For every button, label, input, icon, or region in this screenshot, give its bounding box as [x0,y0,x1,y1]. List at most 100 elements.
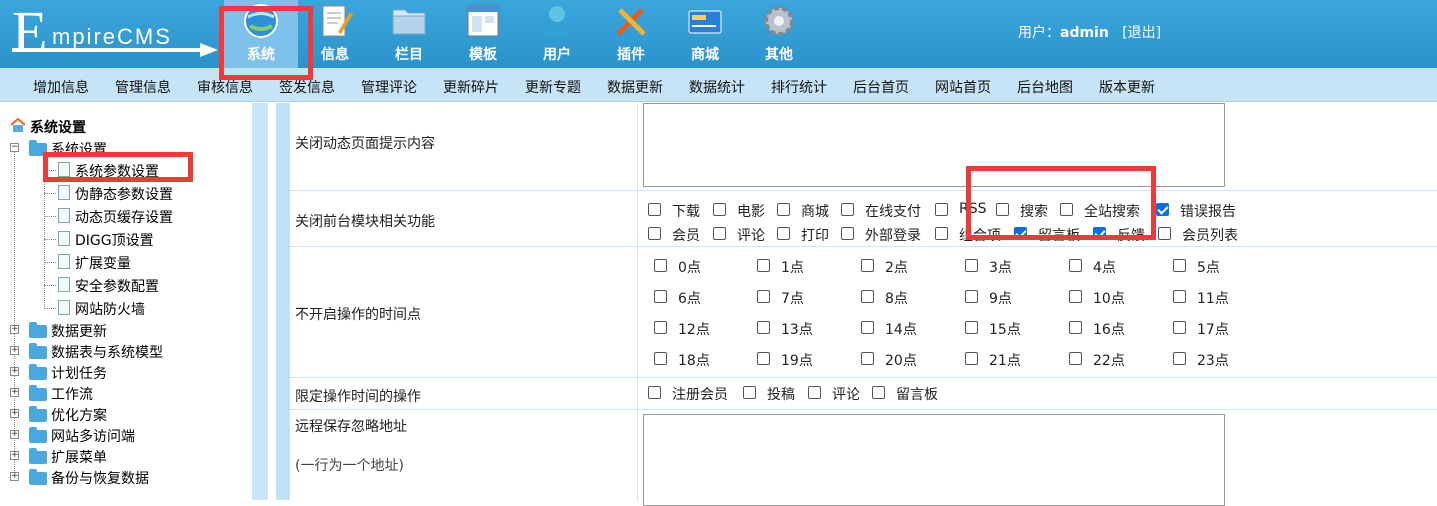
limit-op-checkbox[interactable] [808,386,821,399]
module-checkbox[interactable] [841,203,854,216]
limit-op-label[interactable]: 评论 [832,384,860,404]
tree-folder-optimization[interactable]: 优化方案 [51,405,107,425]
module-checkbox[interactable] [1158,227,1171,240]
hour-checkbox[interactable] [757,259,770,272]
hour-label[interactable]: 0点 [678,257,701,277]
expand-icon[interactable]: + [10,346,19,355]
tree-item-ext-vars[interactable]: 扩展变量 [75,253,131,273]
hour-checkbox[interactable] [1173,321,1186,334]
module-checkbox[interactable] [713,203,726,216]
tree-folder-ext-menu[interactable]: 扩展菜单 [51,447,107,467]
hour-label[interactable]: 16点 [1093,319,1125,339]
limit-op-label[interactable]: 投稿 [767,384,795,404]
hour-checkbox[interactable] [757,352,770,365]
hour-label[interactable]: 4点 [1093,257,1116,277]
limit-op-checkbox[interactable] [872,386,885,399]
hour-label[interactable]: 13点 [781,319,813,339]
module-checkbox[interactable] [648,227,661,240]
subnav-item[interactable]: 版本更新 [1099,77,1155,97]
hour-checkbox[interactable] [1173,290,1186,303]
tree-folder-data-update[interactable]: 数据更新 [51,321,107,341]
module-checkbox[interactable] [648,203,661,216]
tree-root-label[interactable]: 系统设置 [30,117,86,137]
tree-item-rewrite-params[interactable]: 伪静态参数设置 [75,184,173,204]
module-checkbox[interactable] [777,227,790,240]
module-label[interactable]: 外部登录 [865,225,921,245]
hour-label[interactable]: 5点 [1197,257,1220,277]
tree-item-digg[interactable]: DIGG顶设置 [75,230,154,250]
hour-checkbox[interactable] [654,259,667,272]
hour-label[interactable]: 6点 [678,288,701,308]
hour-label[interactable]: 18点 [678,350,710,370]
hour-label[interactable]: 19点 [781,350,813,370]
hour-checkbox[interactable] [965,259,978,272]
hour-label[interactable]: 14点 [885,319,917,339]
hour-checkbox[interactable] [965,352,978,365]
hour-label[interactable]: 10点 [1093,288,1125,308]
module-label[interactable]: 会员列表 [1182,225,1238,245]
hour-checkbox[interactable] [757,321,770,334]
subnav-item[interactable]: 审核信息 [197,77,253,97]
hour-checkbox[interactable] [965,321,978,334]
limit-op-label[interactable]: 留言板 [896,384,938,404]
hour-checkbox[interactable] [654,352,667,365]
tree-folder-scheduled-tasks[interactable]: 计划任务 [51,363,107,383]
subnav-item[interactable]: 更新专题 [525,77,581,97]
module-label[interactable]: 错误报告 [1180,201,1236,221]
hour-checkbox[interactable] [861,321,874,334]
module-checkbox[interactable] [1156,203,1169,216]
hour-label[interactable]: 11点 [1197,288,1229,308]
subnav-item[interactable]: 后台首页 [853,77,909,97]
limit-op-label[interactable]: 注册会员 [672,384,728,404]
tree-item-security[interactable]: 安全参数配置 [75,276,159,296]
subnav-item[interactable]: 管理评论 [361,77,417,97]
hour-label[interactable]: 21点 [989,350,1021,370]
subnav-item[interactable]: 数据统计 [689,77,745,97]
topnav-column[interactable]: 栏目 [372,0,446,68]
hour-label[interactable]: 8点 [885,288,908,308]
hour-checkbox[interactable] [1173,352,1186,365]
module-label[interactable]: 评论 [737,225,765,245]
tree-folder-workflow[interactable]: 工作流 [51,384,93,404]
topnav-shop[interactable]: 商城 [668,0,742,68]
module-checkbox[interactable] [935,227,948,240]
subnav-item[interactable]: 数据更新 [607,77,663,97]
topnav-template[interactable]: 模板 [446,0,520,68]
hour-checkbox[interactable] [757,290,770,303]
subnav-item[interactable]: 增加信息 [33,77,89,97]
hour-checkbox[interactable] [1069,290,1082,303]
expand-icon[interactable]: + [10,409,19,418]
hour-checkbox[interactable] [1069,259,1082,272]
module-label[interactable]: 在线支付 [865,201,921,221]
hour-checkbox[interactable] [1069,321,1082,334]
topnav-plugins[interactable]: 插件 [594,0,668,68]
empirecms-logo[interactable]: E mpireCMS [10,2,220,62]
module-label[interactable]: 下载 [672,201,700,221]
hour-checkbox[interactable] [861,290,874,303]
subnav-item[interactable]: 排行统计 [771,77,827,97]
hour-checkbox[interactable] [1173,259,1186,272]
expand-icon[interactable]: + [10,325,19,334]
hour-label[interactable]: 12点 [678,319,710,339]
limit-op-checkbox[interactable] [648,386,661,399]
expand-icon[interactable]: + [10,388,19,397]
limit-op-checkbox[interactable] [743,386,756,399]
expand-icon[interactable]: + [10,430,19,439]
module-label[interactable]: 电影 [737,201,765,221]
module-label[interactable]: 商城 [801,201,829,221]
hour-label[interactable]: 3点 [989,257,1012,277]
expand-icon[interactable]: + [10,451,19,460]
logout-link[interactable]: [退出] [1122,25,1161,41]
module-checkbox[interactable] [935,203,948,216]
hour-checkbox[interactable] [965,290,978,303]
hour-checkbox[interactable] [1069,352,1082,365]
topnav-user[interactable]: 用户 [520,0,594,68]
hour-checkbox[interactable] [861,259,874,272]
hour-label[interactable]: 22点 [1093,350,1125,370]
hour-label[interactable]: 20点 [885,350,917,370]
subnav-item[interactable]: 签发信息 [279,77,335,97]
hour-label[interactable]: 1点 [781,257,804,277]
module-label[interactable]: 会员 [672,225,700,245]
hour-checkbox[interactable] [654,321,667,334]
expand-icon[interactable]: + [10,472,19,481]
